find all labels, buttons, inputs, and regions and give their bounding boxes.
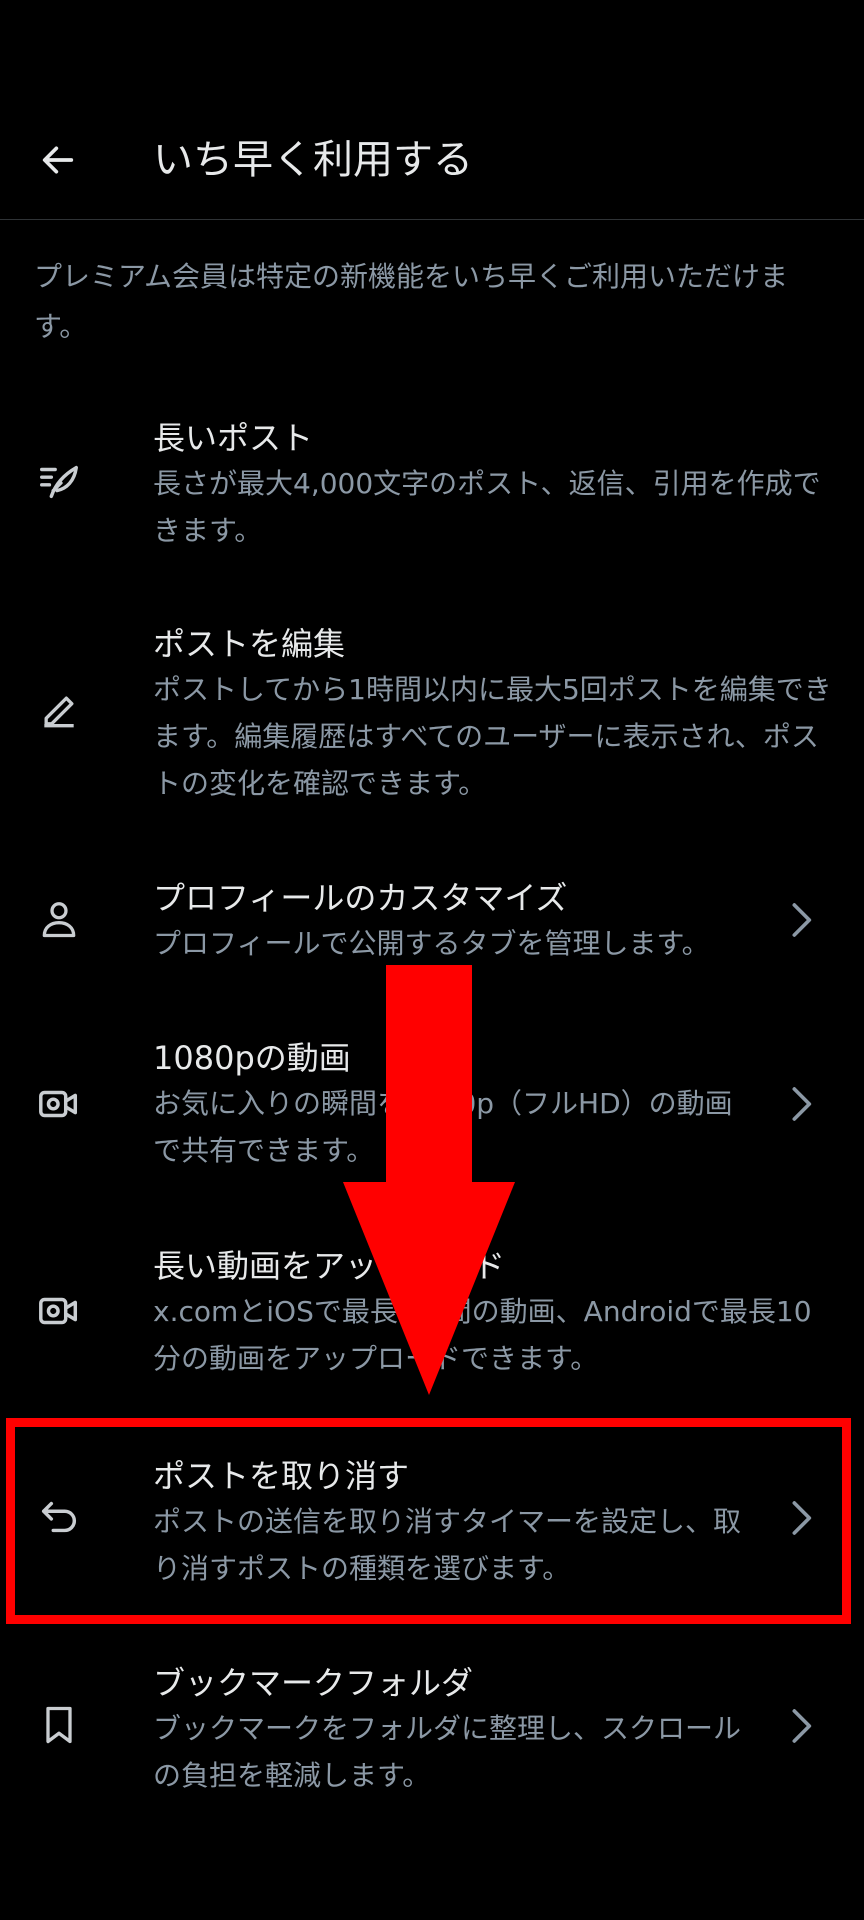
person-icon [34,894,84,944]
feature-item-text: プロフィールのカスタマイズ プロフィールで公開するタブを管理します。 [153,876,753,967]
feature-item-long-video-upload[interactable]: 長い動画をアップロード x.comとiOSで最長3時間の動画、Androidで最… [0,1240,864,1390]
chevron-right-icon [786,1704,816,1748]
feature-item-1080p-video[interactable]: 1080pの動画 お気に入りの瞬間を1080p（フルHD）の動画で共有できます。 [0,1032,864,1182]
feature-item-text: 長い動画をアップロード x.comとiOSで最長3時間の動画、Androidで最… [153,1244,833,1382]
feature-item-text: 長いポスト 長さが最大4,000文字のポスト、返信、引用を作成できます。 [153,416,833,554]
feature-item-bookmark-folders[interactable]: ブックマークフォルダ ブックマークをフォルダに整理し、スクロールの負担を軽減しま… [0,1657,864,1807]
feature-item-description: お気に入りの瞬間を1080p（フルHD）の動画で共有できます。 [153,1087,733,1167]
feature-item-profile-customize[interactable]: プロフィールのカスタマイズ プロフィールで公開するタブを管理します。 [0,872,864,982]
feature-item-label: ブックマークフォルダ [153,1664,474,1702]
undo-icon [34,1492,84,1542]
video-camera-icon [34,1286,84,1336]
chevron-right-icon [786,1082,816,1126]
feature-item-text: 1080pの動画 お気に入りの瞬間を1080p（フルHD）の動画で共有できます。 [153,1036,753,1174]
feather-lines-icon [34,456,84,506]
top-app-bar: いち早く利用する [0,0,864,220]
bookmark-icon [34,1700,84,1750]
feature-item-description: ブックマークをフォルダに整理し、スクロールの負担を軽減します。 [153,1712,742,1792]
feature-item-description: ポストの送信を取り消すタイマーを設定し、取り消すポストの種類を選びます。 [153,1505,742,1585]
page-title: いち早く利用する [153,137,473,183]
feature-item-description: x.comとiOSで最長3時間の動画、Androidで最長10分の動画をアップロ… [153,1295,812,1375]
feature-item-description: プロフィールで公開するタブを管理します。 [153,927,710,960]
chevron-right-icon [786,898,816,942]
feature-item-long-post[interactable]: 長いポスト 長さが最大4,000文字のポスト、返信、引用を作成できます。 [0,412,864,562]
feature-item-edit-post[interactable]: ポストを編集 ポストしてから1時間以内に最大5回ポストを編集できます。編集履歴は… [0,618,864,818]
feature-item-label: 長い動画をアップロード [153,1247,506,1285]
feature-item-label: 長いポスト [153,419,314,457]
feature-item-description: 長さが最大4,000文字のポスト、返信、引用を作成できます。 [153,467,821,547]
feature-item-description: ポストしてから1時間以内に最大5回ポストを編集できます。編集履歴はすべてのユーザ… [153,673,832,800]
video-camera-icon [34,1079,84,1129]
pencil-icon [34,686,84,736]
feature-item-label: ポストを取り消す [153,1457,410,1495]
feature-item-label: プロフィールのカスタマイズ [153,879,568,917]
feature-item-label: ポストを編集 [153,625,346,663]
back-button[interactable] [34,136,82,184]
feature-item-text: ポストを取り消す ポストの送信を取り消すタイマーを設定し、取り消すポストの種類を… [153,1454,753,1592]
feature-item-text: ブックマークフォルダ ブックマークをフォルダに整理し、スクロールの負担を軽減しま… [153,1661,753,1799]
feature-item-text: ポストを編集 ポストしてから1時間以内に最大5回ポストを編集できます。編集履歴は… [153,622,833,807]
chevron-right-icon [786,1496,816,1540]
intro-text: プレミアム会員は特定の新機能をいち早くご利用いただけます。 [34,260,789,343]
feature-item-undo-post[interactable]: ポストを取り消す ポストの送信を取り消すタイマーを設定し、取り消すポストの種類を… [0,1450,864,1600]
feature-item-label: 1080pの動画 [153,1039,351,1077]
arrow-left-icon [42,146,74,174]
